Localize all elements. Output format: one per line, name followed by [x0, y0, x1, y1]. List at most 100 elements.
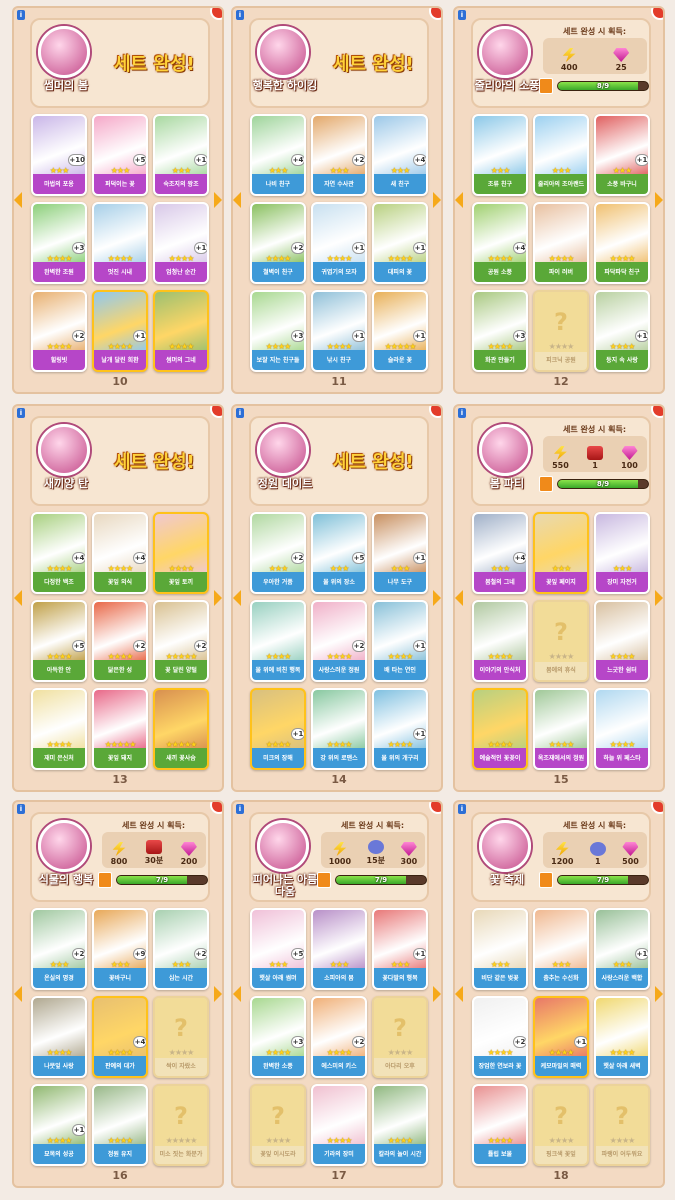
collection-card[interactable]: ★★★★ 파닥파닥 친구 — [594, 202, 650, 284]
collection-card[interactable]: ★★★★★ 꽃 달린 양털 +2 — [153, 600, 209, 682]
collection-card[interactable]: ★★★ 심는 시간 +2 — [153, 908, 209, 990]
next-arrow-button[interactable] — [433, 192, 441, 208]
collection-card[interactable]: ★★★★ 물 위의 개구리 +1 — [372, 688, 428, 770]
collection-card[interactable]: ★★★★ 튤립 보물 — [472, 1084, 528, 1166]
collection-card[interactable]: ★★★★ 엄청난 순간 +1 — [153, 202, 209, 284]
next-arrow-button[interactable] — [655, 986, 663, 1002]
collection-card[interactable]: ★★★★ 이야기의 안식처 — [472, 600, 528, 682]
collection-card[interactable]: ★★★★ 하늘 위 페스타 — [594, 688, 650, 770]
collection-card[interactable]: ★★★ 햇살 아래 썸머 +5 — [250, 908, 306, 990]
missing-card[interactable]: ? ★★★★ 아다리 오후 — [372, 996, 428, 1078]
collection-card[interactable]: ★★★★ 완벽한 조원 +3 — [31, 202, 87, 284]
collection-card[interactable]: ★★★★ 에스미의 키스 +2 — [311, 996, 367, 1078]
collection-card[interactable]: ★★★★ 꽃잎 토끼 — [153, 512, 209, 594]
close-button[interactable] — [210, 406, 222, 418]
collection-card[interactable]: ★★★★ 완벽한 소풍 +3 — [250, 996, 306, 1078]
close-button[interactable] — [651, 406, 663, 418]
collection-card[interactable]: ★★★★ 꽃잎 외식 +4 — [92, 512, 148, 594]
collection-card[interactable]: ★★★ 나비 친구 +4 — [250, 114, 306, 196]
prev-arrow-button[interactable] — [233, 986, 241, 1002]
info-icon[interactable]: i — [236, 408, 244, 418]
collection-card[interactable]: ★★★★ 철벽이 친구 +2 — [250, 202, 306, 284]
collection-card[interactable]: ★★★ 춤추는 수선화 — [533, 908, 589, 990]
collection-card[interactable]: ★★★ 봄철의 그네 +4 — [472, 512, 528, 594]
prev-arrow-button[interactable] — [233, 590, 241, 606]
next-arrow-button[interactable] — [214, 192, 222, 208]
collection-card[interactable]: ★★★★ 둥지 속 사랑 +1 — [594, 290, 650, 372]
info-icon[interactable]: i — [236, 804, 244, 814]
collection-card[interactable]: ★★★★ 귀엽기의 모자 +1 — [311, 202, 367, 284]
info-icon[interactable]: i — [236, 10, 244, 20]
collection-card[interactable]: ★★★★★ 슬라운 꽃 +1 — [372, 290, 428, 372]
collection-card[interactable]: ★★★ 비단 같은 벚꽃 — [472, 908, 528, 990]
missing-card[interactable]: ? ★★★★★ 미소 짓는 화분가 — [153, 1084, 209, 1166]
collection-card[interactable]: ★★★ 퍼덕이는 꽃 +5 — [92, 114, 148, 196]
prev-arrow-button[interactable] — [455, 986, 463, 1002]
collection-card[interactable]: ★★★ 꽃잎 페이지 — [533, 512, 589, 594]
collection-card[interactable]: ★★★ 자연 수사관 +2 — [311, 114, 367, 196]
close-button[interactable] — [651, 8, 663, 20]
collection-card[interactable]: ★★★★ 예술적인 꽃꽂이 — [472, 688, 528, 770]
collection-card[interactable]: ★★★★ 멋진 시내 — [92, 202, 148, 284]
close-button[interactable] — [210, 802, 222, 814]
next-arrow-button[interactable] — [433, 590, 441, 606]
collection-card[interactable]: ★★★★ 보잘 지는 친구들 +3 — [250, 290, 306, 372]
prev-arrow-button[interactable] — [455, 192, 463, 208]
collection-card[interactable]: ★★★★ 정원 유지 — [92, 1084, 148, 1166]
collection-card[interactable]: ★★★★ 느긋한 쉼터 — [594, 600, 650, 682]
collection-card[interactable]: ★★★★ 판예의 대가 +4 — [92, 996, 148, 1078]
info-icon[interactable]: i — [17, 804, 25, 814]
close-button[interactable] — [429, 406, 441, 418]
info-icon[interactable]: i — [458, 10, 466, 20]
collection-card[interactable]: ★★★★ 장엄한 연보라 꽃 +2 — [472, 996, 528, 1078]
info-icon[interactable]: i — [17, 10, 25, 20]
collection-card[interactable]: ★★★★ 햇살 아래 새벽 — [594, 996, 650, 1078]
collection-card[interactable]: ★★★ 물 위의 장소 +5 — [311, 512, 367, 594]
prev-arrow-button[interactable] — [14, 192, 22, 208]
collection-card[interactable]: ★★★ 마법의 포옹 +10 — [31, 114, 87, 196]
collection-card[interactable]: ★★★★ 물 위에 비친 행복 — [250, 600, 306, 682]
prev-arrow-button[interactable] — [233, 192, 241, 208]
info-icon[interactable]: i — [458, 408, 466, 418]
collection-card[interactable]: ★★★★ 케모마일의 매력 +1 — [533, 996, 589, 1078]
missing-card[interactable]: ? ★★★★ 피크닉 공원 — [533, 290, 589, 372]
collection-card[interactable]: ★★★★★ 새끼 꽃사슴 — [153, 688, 209, 770]
collection-card[interactable]: ★★★ 숙조지의 왕조 +1 — [153, 114, 209, 196]
collection-card[interactable]: ★★★★ 강 위의 로맨스 — [311, 688, 367, 770]
prev-arrow-button[interactable] — [455, 590, 463, 606]
next-arrow-button[interactable] — [214, 590, 222, 606]
collection-card[interactable]: ★★★★★ 꽃잎 돼지 — [92, 688, 148, 770]
collection-card[interactable]: ★★★ 소피아의 봄 — [311, 908, 367, 990]
next-arrow-button[interactable] — [214, 986, 222, 1002]
missing-card[interactable]: ? ★★★★ 핑크색 꽃잎 — [533, 1084, 589, 1166]
collection-card[interactable]: ★★★★ 대피의 꽃 +1 — [372, 202, 428, 284]
next-arrow-button[interactable] — [433, 986, 441, 1002]
collection-card[interactable]: ★★★ 줄리아의 조아랜드 — [533, 114, 589, 196]
next-arrow-button[interactable] — [655, 590, 663, 606]
prev-arrow-button[interactable] — [14, 986, 22, 1002]
collection-card[interactable]: ★★★★ 묘목의 성공 +1 — [31, 1084, 87, 1166]
close-button[interactable] — [429, 802, 441, 814]
prev-arrow-button[interactable] — [14, 590, 22, 606]
collection-card[interactable]: ★★★★ 나뭇잎 사랑 — [31, 996, 87, 1078]
missing-card[interactable]: ? ★★★★ 파랭이 어두워요 — [594, 1084, 650, 1166]
collection-card[interactable]: ★★★ 장미 자전거 — [594, 512, 650, 594]
collection-card[interactable]: ★★★ 소풍 바구니 +1 — [594, 114, 650, 196]
collection-card[interactable]: ★★★★ 옥조재에서의 정원 — [533, 688, 589, 770]
collection-card[interactable]: ★★★★ 화관 만들기 +3 — [472, 290, 528, 372]
collection-card[interactable]: ★★★★ 기라의 장미 — [311, 1084, 367, 1166]
missing-card[interactable]: ? ★★★★ 싹이 자랐소 — [153, 996, 209, 1078]
collection-card[interactable]: ★★★★ 힐링빗 +2 — [31, 290, 87, 372]
close-button[interactable] — [651, 802, 663, 814]
collection-card[interactable]: ★★★★ 날개 달린 희환 +1 — [92, 290, 148, 372]
collection-card[interactable]: ★★★★ 배 타는 연인 +1 — [372, 600, 428, 682]
info-icon[interactable]: i — [458, 804, 466, 814]
collection-card[interactable]: ★★★ 꽃바구니 +9 — [92, 908, 148, 990]
collection-card[interactable]: ★★★ 우아한 거품 +2 — [250, 512, 306, 594]
close-button[interactable] — [429, 8, 441, 20]
collection-card[interactable]: ★★★★ 낚시 친구 +1 — [311, 290, 367, 372]
collection-card[interactable]: ★★★★ 공원 소풍 +4 — [472, 202, 528, 284]
collection-card[interactable]: ★★★★ 썸머의 그네 — [153, 290, 209, 372]
missing-card[interactable]: ? ★★★★ 꽃잎 이시도라 — [250, 1084, 306, 1166]
collection-card[interactable]: ★★★★ 닮은한 성 +2 — [92, 600, 148, 682]
